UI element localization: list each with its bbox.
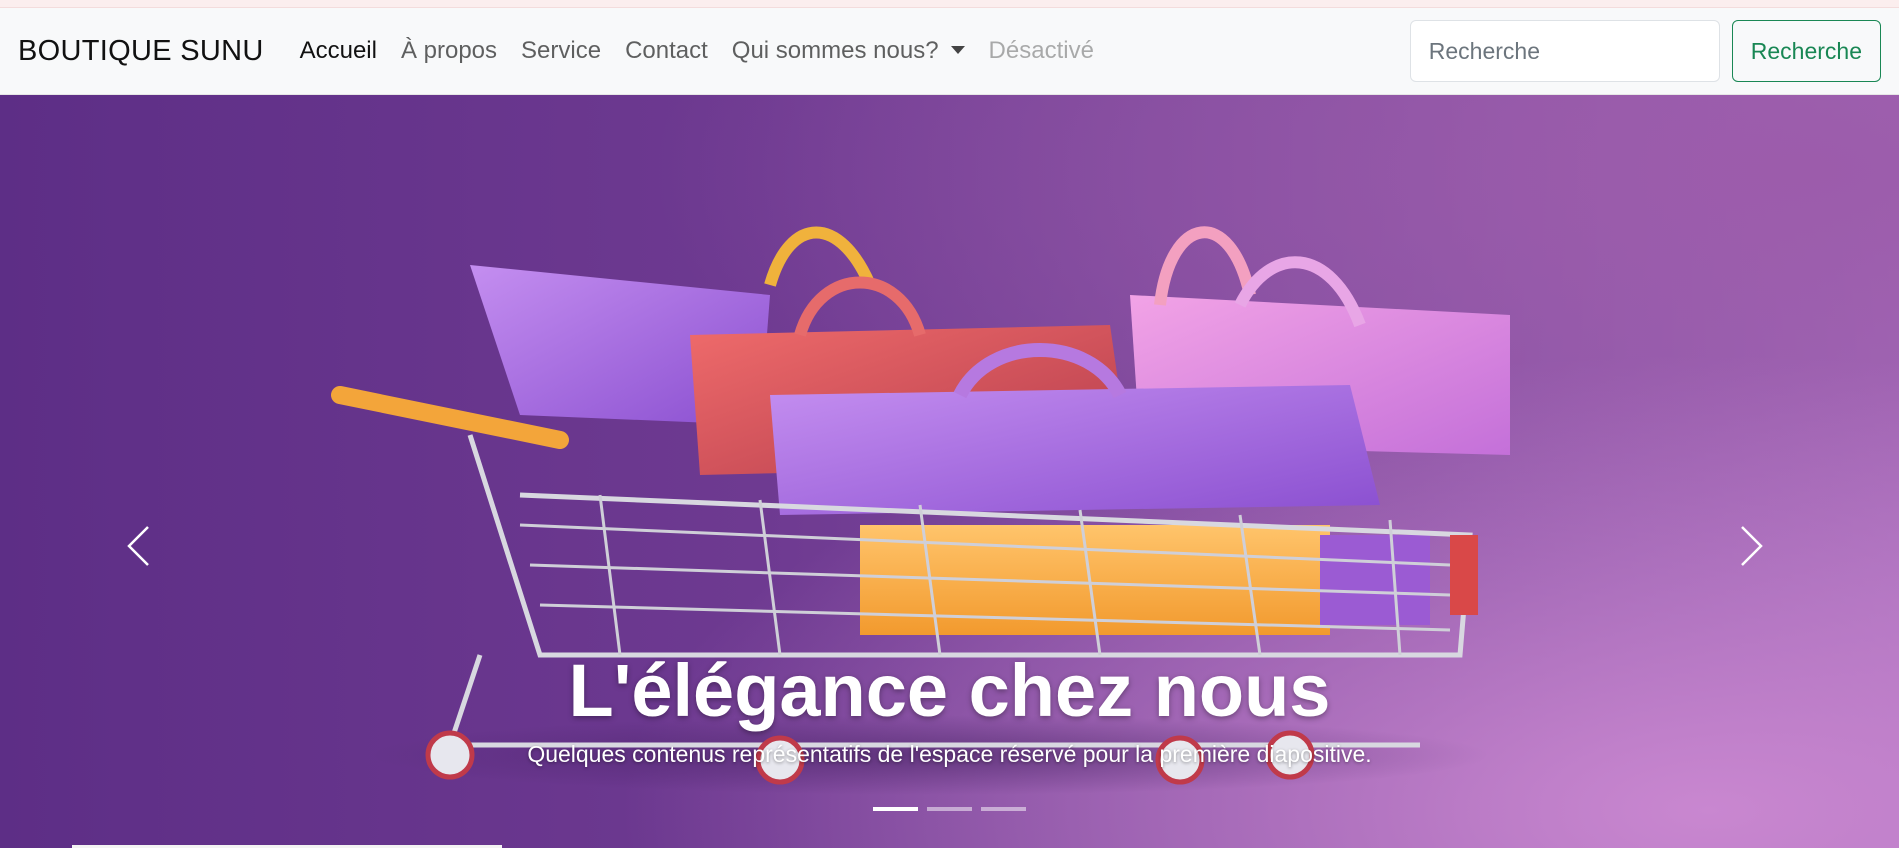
chevron-left-icon: [127, 526, 149, 566]
nav-item-desactive: Désactivé: [988, 37, 1094, 64]
slide-title: L'élégance chez nous: [568, 649, 1331, 732]
nav-item-contact[interactable]: Contact: [625, 37, 708, 65]
hero-carousel: L'élégance chez nous Quelques contenus r…: [0, 95, 1899, 848]
brand-logo-text[interactable]: BOUTIQUE SUNU: [18, 35, 264, 68]
slide-caption: L'élégance chez nous Quelques contenus r…: [0, 648, 1899, 768]
slide-description: Quelques contenus représentatifs de l'es…: [527, 741, 1372, 767]
nav-dropdown-label: Qui sommes nous?: [731, 37, 939, 64]
nav-item-a-propos[interactable]: À propos: [401, 37, 497, 65]
search-input[interactable]: [1409, 20, 1720, 82]
navbar: BOUTIQUE SUNU Accueil À propos Service C…: [0, 8, 1899, 95]
caret-down-icon: [950, 46, 965, 54]
main-nav: Accueil À propos Service Contact Qui som…: [300, 37, 1094, 65]
nav-item-service[interactable]: Service: [521, 37, 601, 65]
search-button[interactable]: Recherche: [1731, 20, 1881, 82]
carousel-indicator-1[interactable]: [873, 807, 918, 811]
carousel-indicator-3[interactable]: [981, 807, 1026, 811]
nav-item-accueil[interactable]: Accueil: [300, 37, 377, 65]
carousel-next-button[interactable]: [1740, 525, 1764, 572]
top-strip: [0, 0, 1899, 8]
carousel-indicators: [0, 807, 1899, 811]
nav-dropdown-qui-sommes-nous[interactable]: Qui sommes nous?: [732, 37, 965, 65]
carousel-indicator-2[interactable]: [927, 807, 972, 811]
chevron-right-icon: [1741, 526, 1763, 566]
search-form: Recherche: [1409, 20, 1881, 82]
carousel-prev-button[interactable]: [126, 525, 150, 572]
